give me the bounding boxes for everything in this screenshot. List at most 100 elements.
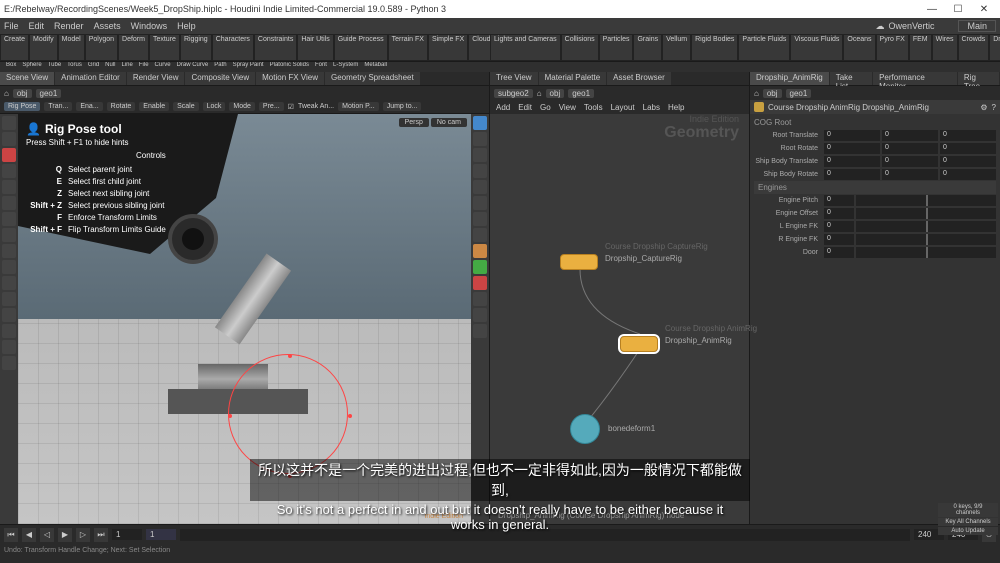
shelf-lights[interactable]: Lights and Cameras bbox=[490, 34, 561, 61]
tool-box[interactable]: Box bbox=[4, 62, 18, 72]
btn-scale[interactable]: Scale bbox=[173, 102, 199, 111]
shelf-simplefx[interactable]: Simple FX bbox=[428, 34, 468, 61]
btn-tran[interactable]: Tran... bbox=[44, 102, 72, 111]
shelf-oceans[interactable]: Oceans bbox=[843, 34, 875, 61]
tl-next[interactable]: ▷ bbox=[76, 528, 90, 542]
user-name[interactable]: OwenVertic bbox=[888, 21, 934, 31]
vptool-r9[interactable] bbox=[473, 244, 487, 258]
shelf-deform[interactable]: Deform bbox=[118, 34, 149, 61]
tab-rigtree[interactable]: Rig Tree bbox=[958, 72, 999, 85]
net-help[interactable]: Help bbox=[668, 103, 684, 112]
tl-prev[interactable]: ◀ bbox=[22, 528, 36, 542]
tab-material[interactable]: Material Palette bbox=[539, 72, 607, 85]
menu-assets[interactable]: Assets bbox=[94, 21, 121, 31]
tool-tube[interactable]: Tube bbox=[46, 62, 63, 72]
shelf-characters[interactable]: Characters bbox=[212, 34, 254, 61]
tool-sphere[interactable]: Sphere bbox=[20, 62, 43, 72]
shelf-texture[interactable]: Texture bbox=[149, 34, 180, 61]
net-go[interactable]: Go bbox=[540, 103, 551, 112]
vptool-r11[interactable] bbox=[473, 276, 487, 290]
vptool-r2[interactable] bbox=[473, 132, 487, 146]
vptool-t2[interactable] bbox=[2, 196, 16, 210]
vptool-r6[interactable] bbox=[473, 196, 487, 210]
shelf-crowds[interactable]: Crowds bbox=[958, 34, 990, 61]
vptool-arrow[interactable] bbox=[2, 132, 16, 146]
shelf-modify[interactable]: Modify bbox=[29, 34, 58, 61]
tab-tree-view[interactable]: Tree View bbox=[490, 72, 538, 85]
vptool-r3[interactable] bbox=[473, 148, 487, 162]
maximize-button[interactable]: ☐ bbox=[946, 2, 970, 16]
tl-first[interactable]: ⏮ bbox=[4, 528, 18, 542]
path-geo3[interactable]: geo1 bbox=[786, 89, 812, 98]
cloud-icon[interactable]: ☁ bbox=[875, 21, 884, 32]
vptool-t12[interactable] bbox=[2, 356, 16, 370]
btn-ena[interactable]: Ena... bbox=[76, 102, 102, 111]
shelf-guide[interactable]: Guide Process bbox=[334, 34, 388, 61]
shelf-particles[interactable]: Particles bbox=[599, 34, 634, 61]
net-tools[interactable]: Tools bbox=[584, 103, 603, 112]
vptool-r7[interactable] bbox=[473, 212, 487, 226]
tool-null[interactable]: Null bbox=[103, 62, 117, 72]
vptool-t7[interactable] bbox=[2, 276, 16, 290]
vptool-t6[interactable] bbox=[2, 260, 16, 274]
shelf-rigid[interactable]: Rigid Bodies bbox=[691, 34, 738, 61]
keys-count[interactable]: 0 keys, 9/9 channels bbox=[938, 503, 998, 517]
path-geo2[interactable]: geo1 bbox=[568, 89, 594, 98]
slider-r-engine[interactable] bbox=[856, 234, 996, 245]
tl-start[interactable]: 1 bbox=[112, 529, 142, 540]
net-add[interactable]: Add bbox=[496, 103, 510, 112]
shelf-create[interactable]: Create bbox=[0, 34, 29, 61]
tool-lsystem[interactable]: L-System bbox=[331, 62, 360, 72]
shelf-vellum[interactable]: Vellum bbox=[662, 34, 691, 61]
menu-render[interactable]: Render bbox=[54, 21, 84, 31]
desktop-dropdown[interactable]: Main bbox=[958, 20, 996, 32]
sec-engines[interactable]: Engines bbox=[754, 181, 996, 194]
dd-persp[interactable]: Persp bbox=[399, 118, 429, 127]
tool-torus[interactable]: Torus bbox=[65, 62, 84, 72]
tab-geo-spread[interactable]: Geometry Spreadsheet bbox=[325, 72, 420, 85]
tl-last[interactable]: ⏭ bbox=[94, 528, 108, 542]
vptool-r4[interactable] bbox=[473, 164, 487, 178]
shelf-pyro[interactable]: Pyro FX bbox=[876, 34, 909, 61]
tl-playrev[interactable]: ◁ bbox=[40, 528, 54, 542]
tab-perfmon[interactable]: Performance Monitor bbox=[873, 72, 957, 85]
btn-pre[interactable]: Pre... bbox=[259, 102, 284, 111]
tab-asset-browser[interactable]: Asset Browser bbox=[607, 72, 671, 85]
vptool-t10[interactable] bbox=[2, 324, 16, 338]
gear-icon[interactable]: ⚙ bbox=[980, 103, 987, 112]
path-obj2[interactable]: obj bbox=[546, 89, 565, 98]
path-obj[interactable]: obj bbox=[13, 89, 32, 98]
control-point[interactable] bbox=[288, 354, 292, 358]
path-geo[interactable]: geo1 bbox=[36, 89, 62, 98]
vptool-t5[interactable] bbox=[2, 244, 16, 258]
slider-l-engine[interactable] bbox=[856, 221, 996, 232]
vptool-t11[interactable] bbox=[2, 340, 16, 354]
net-view[interactable]: View bbox=[559, 103, 576, 112]
close-button[interactable]: ✕ bbox=[972, 2, 996, 16]
control-point[interactable] bbox=[228, 414, 232, 418]
vptool-r12[interactable] bbox=[473, 292, 487, 306]
shelf-pfluids[interactable]: Particle Fluids bbox=[738, 34, 790, 61]
shelf-grains[interactable]: Grains bbox=[633, 34, 662, 61]
slider-engine-offset[interactable] bbox=[856, 208, 996, 219]
vptool-r10[interactable] bbox=[473, 260, 487, 274]
help-icon[interactable]: ? bbox=[992, 103, 996, 112]
path-subgeo[interactable]: subgeo2 bbox=[494, 89, 533, 98]
net-edit[interactable]: Edit bbox=[518, 103, 532, 112]
btn-mode[interactable]: Mode bbox=[229, 102, 255, 111]
vptool-r14[interactable] bbox=[473, 324, 487, 338]
shelf-terrain[interactable]: Terrain FX bbox=[388, 34, 428, 61]
node-bonedeform[interactable] bbox=[570, 414, 600, 444]
shelf-vfluids[interactable]: Viscous Fluids bbox=[790, 34, 843, 61]
tab-render-view[interactable]: Render View bbox=[127, 72, 185, 85]
tab-motionfx[interactable]: Motion FX View bbox=[256, 72, 324, 85]
node-anim-rig[interactable] bbox=[620, 336, 658, 352]
vptool-lock[interactable] bbox=[2, 148, 16, 162]
shelf-model[interactable]: Model bbox=[58, 34, 85, 61]
vptool-t1[interactable] bbox=[2, 180, 16, 194]
tool-metaball[interactable]: Metaball bbox=[362, 62, 389, 72]
btn-rigpose[interactable]: Rig Pose bbox=[4, 102, 40, 111]
control-point[interactable] bbox=[348, 414, 352, 418]
minimize-button[interactable]: — bbox=[920, 2, 944, 16]
tool-font[interactable]: Font bbox=[313, 62, 329, 72]
